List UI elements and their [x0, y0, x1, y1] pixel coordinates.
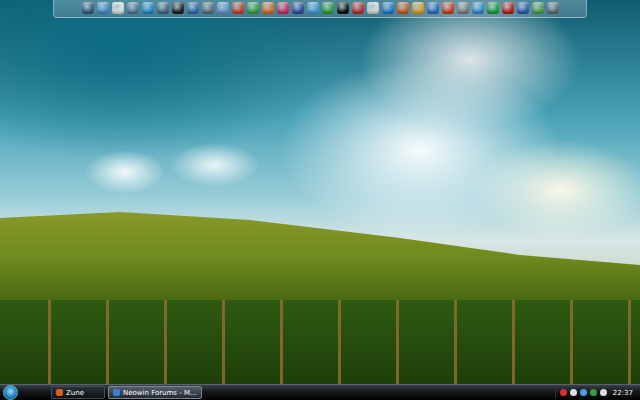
clock[interactable]: 22:37 [613, 389, 633, 397]
tray-icon[interactable] [570, 389, 577, 396]
app-icon[interactable] [187, 2, 199, 14]
tray-icon[interactable] [560, 389, 567, 396]
tray-icon[interactable] [580, 389, 587, 396]
app-icon[interactable] [262, 2, 274, 14]
taskbar: Zune Neowin Forums - M... 22:37 [0, 384, 640, 400]
tray-icon[interactable] [590, 389, 597, 396]
taskbar-button[interactable]: Zune [51, 386, 105, 399]
taskbar-button[interactable]: Neowin Forums - M... [108, 386, 202, 399]
taskbar-label: Neowin Forums - M... [123, 389, 197, 397]
app-icon[interactable] [382, 2, 394, 14]
dock [53, 0, 587, 18]
app-icon [56, 389, 63, 396]
app-icon[interactable] [322, 2, 334, 14]
taskbar-label: Zune [66, 389, 84, 397]
tray-icon[interactable] [600, 389, 607, 396]
app-icon[interactable] [502, 2, 514, 14]
app-icon[interactable] [277, 2, 289, 14]
start-button[interactable] [3, 385, 18, 400]
app-icon[interactable] [472, 2, 484, 14]
app-icon[interactable] [412, 2, 424, 14]
app-icon[interactable] [97, 2, 109, 14]
app-icon [113, 389, 120, 396]
app-icon[interactable] [487, 2, 499, 14]
app-icon[interactable] [142, 2, 154, 14]
app-icon[interactable] [337, 2, 349, 14]
app-icon[interactable] [232, 2, 244, 14]
app-icon[interactable] [352, 2, 364, 14]
app-icon[interactable] [397, 2, 409, 14]
app-icon[interactable] [217, 2, 229, 14]
app-icon[interactable] [247, 2, 259, 14]
app-icon[interactable] [82, 2, 94, 14]
app-icon[interactable] [517, 2, 529, 14]
app-icon[interactable] [457, 2, 469, 14]
app-icon[interactable] [547, 2, 559, 14]
app-icon[interactable] [307, 2, 319, 14]
app-icon[interactable] [172, 2, 184, 14]
app-icon[interactable] [292, 2, 304, 14]
system-tray: 22:37 [555, 387, 637, 398]
app-icon[interactable] [127, 2, 139, 14]
app-icon[interactable] [442, 2, 454, 14]
desktop: Zune Neowin Forums - M... 22:37 [0, 0, 640, 400]
app-icon[interactable] [427, 2, 439, 14]
app-icon[interactable] [157, 2, 169, 14]
app-icon[interactable] [112, 2, 124, 14]
app-icon[interactable] [367, 2, 379, 14]
app-icon[interactable] [532, 2, 544, 14]
app-icon[interactable] [202, 2, 214, 14]
